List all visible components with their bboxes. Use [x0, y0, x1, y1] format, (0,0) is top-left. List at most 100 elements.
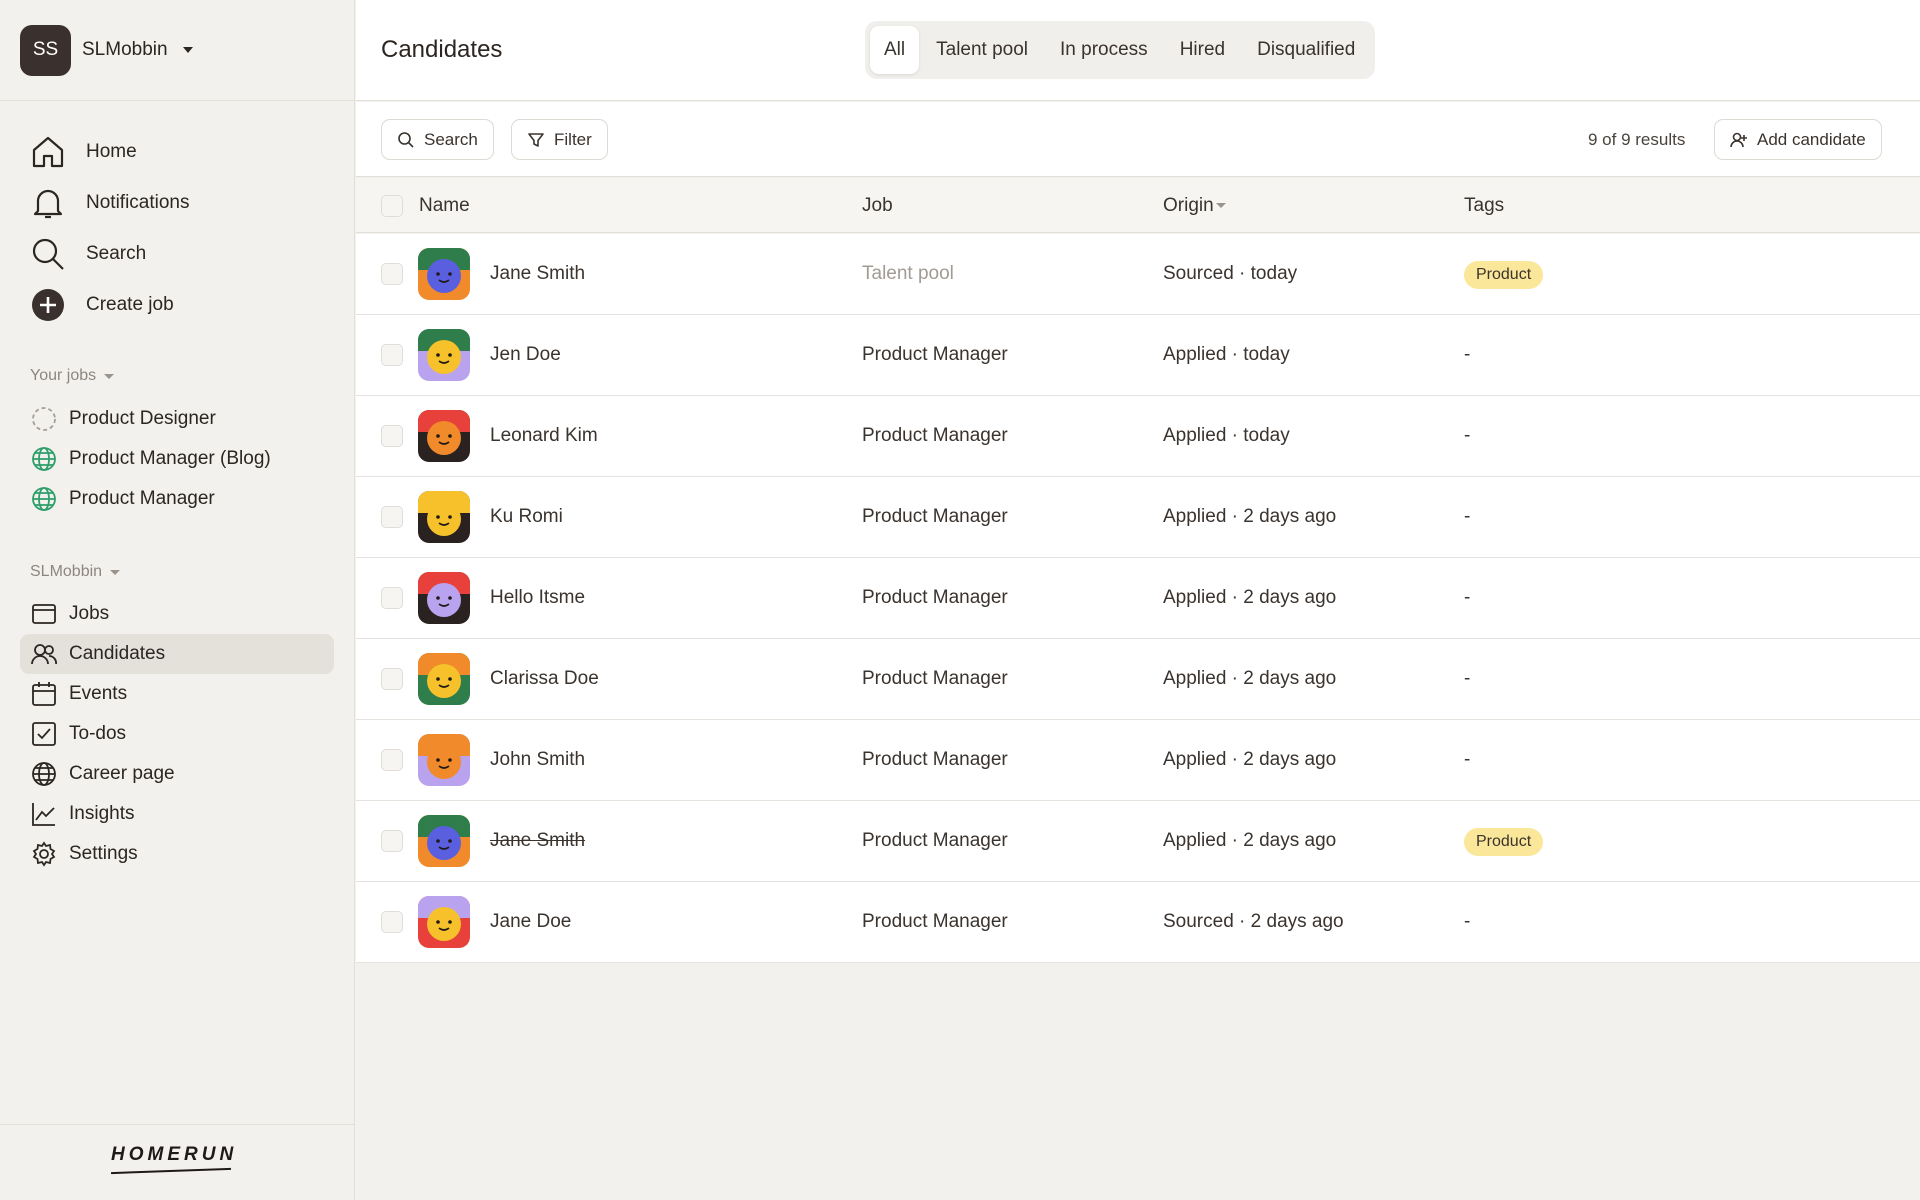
table-row[interactable]: Jen Doe Product Manager Applied · today …: [356, 315, 1920, 396]
avatar-illustration: [418, 329, 470, 381]
sidebar-item-jobs[interactable]: Jobs: [20, 594, 334, 634]
tag-badge: Product: [1464, 828, 1544, 856]
candidate-name[interactable]: Jane Smith: [490, 263, 585, 285]
candidate-name[interactable]: Leonard Kim: [490, 425, 598, 447]
table-row[interactable]: Jane Smith Product Manager Applied · 2 d…: [356, 801, 1920, 882]
table-row[interactable]: Hello Itsme Product Manager Applied · 2 …: [356, 558, 1920, 639]
candidate-job: Product Manager: [862, 506, 1008, 527]
nav-item-notifications[interactable]: Notifications: [30, 177, 190, 228]
candidate-origin: Applied · 2 days ago: [1163, 587, 1337, 608]
globe-icon: [32, 487, 56, 511]
row-checkbox[interactable]: [381, 587, 403, 609]
search-button[interactable]: Search: [381, 119, 494, 160]
candidate-origin: Applied · today: [1163, 344, 1290, 365]
tab-in-process[interactable]: In process: [1045, 26, 1163, 74]
candidate-name[interactable]: Jane Doe: [490, 911, 571, 933]
table-row[interactable]: Jane Doe Product Manager Sourced · 2 day…: [356, 882, 1920, 963]
table-row[interactable]: Leonard Kim Product Manager Applied · to…: [356, 396, 1920, 477]
column-header-tags[interactable]: Tags: [1464, 195, 1504, 217]
avatar: [418, 248, 470, 300]
tags-cell: -: [1464, 668, 1471, 689]
company-nav: Jobs Candidates Events To-dos Career pag…: [20, 594, 334, 874]
avatar-illustration: [418, 410, 470, 462]
tags-cell: -: [1464, 506, 1471, 527]
job-item-label: Product Designer: [69, 408, 216, 429]
job-item-product-designer[interactable]: Product Designer: [20, 399, 334, 439]
table-row[interactable]: Clarissa Doe Product Manager Applied · 2…: [356, 639, 1920, 720]
chart-icon: [32, 803, 55, 826]
row-checkbox[interactable]: [381, 263, 403, 285]
add-candidate-button[interactable]: Add candidate: [1714, 119, 1882, 160]
column-header-origin[interactable]: Origin: [1163, 195, 1226, 217]
candidate-job: Product Manager: [862, 911, 1008, 932]
candidate-name[interactable]: Clarissa Doe: [490, 668, 599, 690]
add-candidate-label: Add candidate: [1757, 129, 1866, 149]
candidate-origin: Applied · today: [1163, 425, 1290, 446]
candidate-job: Product Manager: [862, 425, 1008, 446]
row-checkbox[interactable]: [381, 830, 403, 852]
row-checkbox[interactable]: [381, 506, 403, 528]
main-nav: Home Notifications Search Create job: [30, 126, 190, 330]
nav-item-search[interactable]: Search: [30, 228, 190, 279]
gear-icon: [32, 841, 56, 867]
tags-cell: -: [1464, 344, 1471, 365]
candidate-origin: Applied · 2 days ago: [1163, 506, 1337, 527]
row-checkbox[interactable]: [381, 911, 403, 933]
table-header: Name Job Origin Tags: [356, 178, 1920, 233]
home-icon: [32, 136, 64, 167]
avatar: [418, 572, 470, 624]
column-header-job[interactable]: Job: [862, 195, 893, 217]
job-item-product-manager-blog[interactable]: Product Manager (Blog): [20, 439, 334, 479]
add-user-icon: [1730, 132, 1747, 147]
candidate-origin: Applied · 2 days ago: [1163, 668, 1337, 689]
row-checkbox[interactable]: [381, 425, 403, 447]
filter-button[interactable]: Filter: [511, 119, 608, 160]
job-item-product-manager[interactable]: Product Manager: [20, 479, 334, 519]
candidate-origin: Sourced · today: [1163, 263, 1298, 284]
table-row[interactable]: John Smith Product Manager Applied · 2 d…: [356, 720, 1920, 801]
company-section-toggle[interactable]: SLMobbin: [30, 563, 121, 581]
workspace-name: SLMobbin: [82, 39, 168, 60]
nav-item-create-job[interactable]: Create job: [30, 279, 190, 330]
select-all-checkbox[interactable]: [381, 195, 403, 217]
candidate-job: Talent pool: [862, 263, 954, 284]
row-checkbox[interactable]: [381, 749, 403, 771]
candidate-name[interactable]: Jane Smith: [490, 830, 585, 852]
page-title: Candidates: [381, 36, 503, 63]
avatar: [418, 410, 470, 462]
table-row[interactable]: Jane Smith Talent pool Sourced · today P…: [356, 234, 1920, 315]
tab-hired[interactable]: Hired: [1165, 26, 1240, 74]
candidate-name[interactable]: Hello Itsme: [490, 587, 585, 609]
row-checkbox[interactable]: [381, 668, 403, 690]
sidebar-item-label: Insights: [69, 803, 135, 824]
nav-item-home[interactable]: Home: [30, 126, 190, 177]
tab-disqualified[interactable]: Disqualified: [1242, 26, 1370, 74]
candidate-name[interactable]: Ku Romi: [490, 506, 563, 528]
nav-item-label: Home: [86, 140, 137, 162]
avatar-illustration: [418, 572, 470, 624]
sidebar-item-settings[interactable]: Settings: [20, 834, 334, 874]
avatar-illustration: [418, 491, 470, 543]
tags-cell: -: [1464, 425, 1471, 446]
candidate-name[interactable]: Jen Doe: [490, 344, 561, 366]
plus-circle-icon: [32, 288, 64, 321]
sidebar-item-insights[interactable]: Insights: [20, 794, 334, 834]
workspace-switcher[interactable]: SS SLMobbin: [20, 24, 193, 76]
row-checkbox[interactable]: [381, 344, 403, 366]
your-jobs-section-toggle[interactable]: Your jobs: [30, 367, 115, 385]
sidebar-item-events[interactable]: Events: [20, 674, 334, 714]
nav-item-label: Notifications: [86, 191, 190, 213]
column-header-name[interactable]: Name: [419, 195, 470, 217]
sidebar-item-career-page[interactable]: Career page: [20, 754, 334, 794]
homerun-logo[interactable]: HOMERUN: [111, 1144, 237, 1166]
sidebar-item-candidates[interactable]: Candidates: [20, 634, 334, 674]
sidebar-item-todos[interactable]: To-dos: [20, 714, 334, 754]
tab-talent-pool[interactable]: Talent pool: [921, 26, 1043, 74]
draft-circle-icon: [32, 407, 56, 431]
tab-all[interactable]: All: [870, 26, 920, 74]
header: Candidates All Talent pool In process Hi…: [356, 0, 1920, 101]
table-row[interactable]: Ku Romi Product Manager Applied · 2 days…: [356, 477, 1920, 558]
tag-badge: Product: [1464, 261, 1544, 289]
avatar: [418, 653, 470, 705]
candidate-name[interactable]: John Smith: [490, 749, 585, 771]
